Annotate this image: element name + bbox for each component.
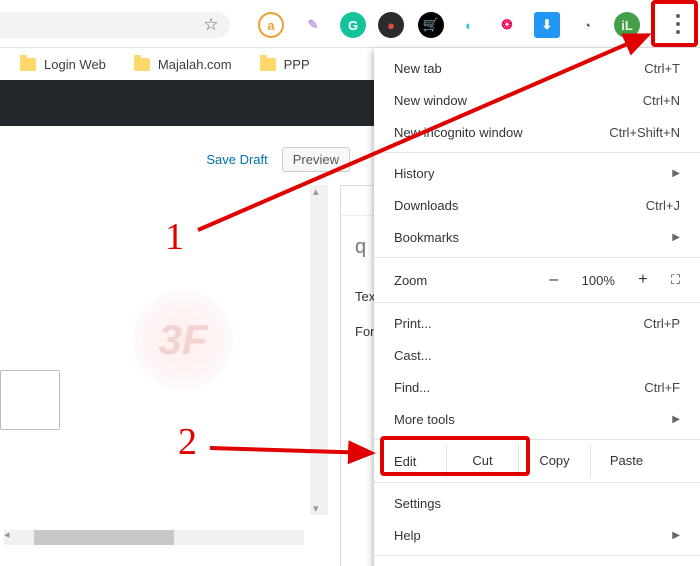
chevron-right-icon: ▶ xyxy=(672,232,680,243)
preview-button[interactable]: Preview xyxy=(282,147,350,172)
annotation-number-2: 2 xyxy=(178,420,197,464)
menu-more-tools[interactable]: More tools ▶ xyxy=(374,403,700,435)
download-ext-icon[interactable]: ⬇ xyxy=(534,12,560,38)
idm-ext-icon[interactable]: ◔ xyxy=(574,12,600,38)
menu-edit-row: Edit Cut Copy Paste xyxy=(374,444,700,478)
amazon-ext-icon[interactable]: a xyxy=(258,12,284,38)
menu-help[interactable]: Help ▶ xyxy=(374,519,700,551)
lastpass-ext-icon[interactable]: iL xyxy=(614,12,640,38)
menu-downloads[interactable]: Downloads Ctrl+J xyxy=(374,189,700,221)
menu-history[interactable]: History ▶ xyxy=(374,157,700,189)
bookmark-item[interactable]: PPP xyxy=(260,57,310,72)
menu-new-tab[interactable]: New tab Ctrl+T xyxy=(374,52,700,84)
star-icon[interactable]: ☆ xyxy=(198,12,224,38)
save-draft-link[interactable]: Save Draft xyxy=(206,152,267,167)
horizontal-scrollbar[interactable]: ◂ xyxy=(4,530,304,545)
bookmark-item[interactable]: Login Web xyxy=(20,57,106,72)
menu-paste[interactable]: Paste xyxy=(590,444,662,478)
kebab-menu-button[interactable] xyxy=(662,8,694,40)
grammarly-ext-icon[interactable]: G xyxy=(340,12,366,38)
menu-settings[interactable]: Settings xyxy=(374,487,700,519)
menu-cut[interactable]: Cut xyxy=(446,444,518,478)
search-icon[interactable]: q xyxy=(355,236,366,258)
chevron-right-icon: ▶ xyxy=(672,414,680,425)
zoom-out-button[interactable]: – xyxy=(544,271,564,289)
menu-new-window[interactable]: New window Ctrl+N xyxy=(374,84,700,116)
chevron-right-icon: ▶ xyxy=(672,530,680,541)
chrome-menu: New tab Ctrl+T New window Ctrl+N New inc… xyxy=(374,48,700,566)
menu-exit[interactable]: Exit xyxy=(374,560,700,566)
menu-print[interactable]: Print... Ctrl+P xyxy=(374,307,700,339)
cart-ext-icon[interactable]: 🛒 xyxy=(418,12,444,38)
menu-cast[interactable]: Cast... xyxy=(374,339,700,371)
folder-icon xyxy=(260,58,276,71)
menu-copy[interactable]: Copy xyxy=(518,444,590,478)
opera-ext-icon[interactable]: ● xyxy=(378,12,404,38)
omnibox[interactable] xyxy=(0,12,230,38)
zoom-value: 100% xyxy=(582,273,615,288)
fullscreen-icon[interactable]: ⛶ xyxy=(671,272,680,288)
feather-ext-icon[interactable]: ✎ xyxy=(300,12,326,38)
bookmark-label: Login Web xyxy=(44,57,106,72)
browser-toolbar: ☆ a ✎ G ● 🛒 ◐ ❂ ⬇ ◔ iL xyxy=(0,0,700,48)
folder-icon xyxy=(134,58,150,71)
bookmark-item[interactable]: Majalah.com xyxy=(134,57,232,72)
vertical-scrollbar[interactable] xyxy=(310,185,328,515)
bookmark-label: PPP xyxy=(284,57,310,72)
watermark-logo: 3F xyxy=(133,290,233,390)
bookmark-label: Majalah.com xyxy=(158,57,232,72)
cyan-ext-icon[interactable]: ◐ xyxy=(456,12,482,38)
colorwheel-ext-icon[interactable]: ❂ xyxy=(494,12,520,38)
editor-box[interactable] xyxy=(0,370,60,430)
chevron-right-icon: ▶ xyxy=(672,168,680,179)
menu-new-incognito[interactable]: New incognito window Ctrl+Shift+N xyxy=(374,116,700,148)
zoom-in-button[interactable]: + xyxy=(633,271,653,289)
annotation-number-1: 1 xyxy=(165,215,184,259)
menu-bookmarks[interactable]: Bookmarks ▶ xyxy=(374,221,700,253)
menu-find[interactable]: Find... Ctrl+F xyxy=(374,371,700,403)
folder-icon xyxy=(20,58,36,71)
menu-zoom: Zoom – 100% + ⛶ xyxy=(374,262,700,298)
